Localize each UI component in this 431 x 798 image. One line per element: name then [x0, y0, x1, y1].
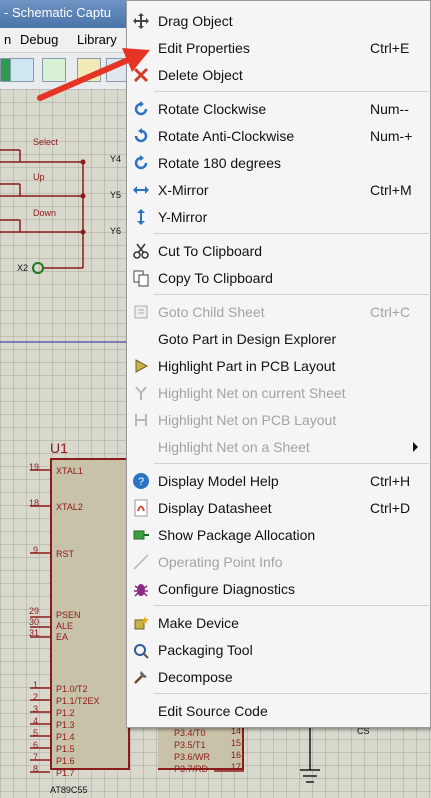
annotation-arrow-icon	[37, 48, 150, 101]
